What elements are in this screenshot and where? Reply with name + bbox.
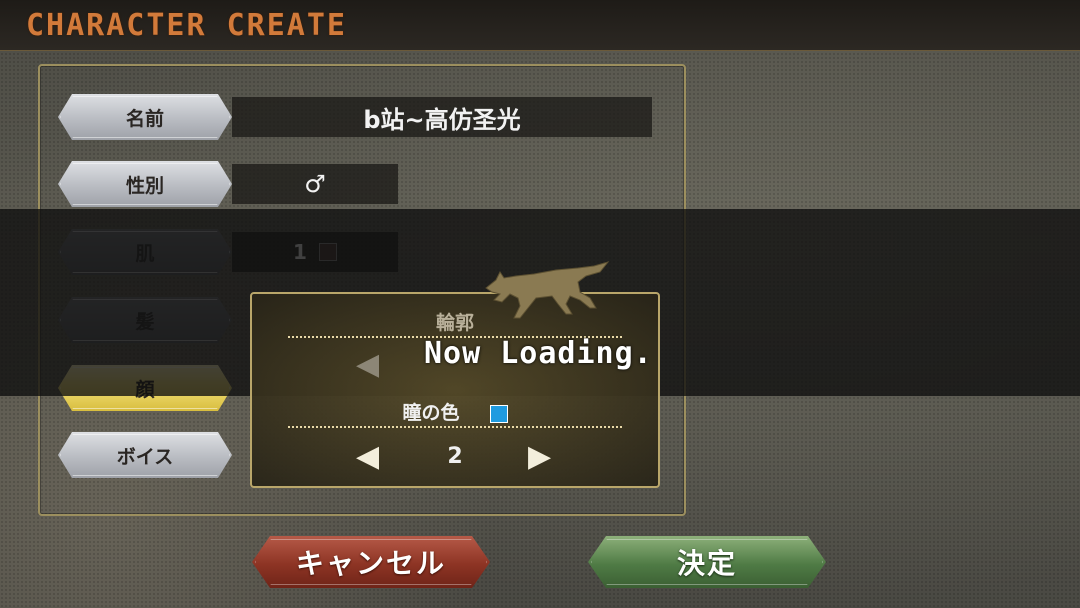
page-title: CHARACTER CREATE [26, 8, 347, 43]
confirm-label: 決定 [676, 547, 737, 580]
eye-color-label: 瞳の色 [402, 402, 460, 424]
face-options-popup: 輪郭 ◀ 瞳の色 ◀ 2 ▶ [250, 292, 660, 488]
name-label: 名前 [125, 107, 164, 130]
voice-label: ボイス [116, 445, 174, 468]
gender-value-field[interactable]: ♂ [232, 164, 398, 204]
eye-color-value: 2 [447, 444, 463, 469]
gender-label: 性別 [125, 174, 164, 197]
contour-prev-arrow-icon[interactable]: ◀ [356, 350, 379, 380]
male-symbol-icon: ♂ [304, 170, 326, 198]
name-value: b站~高仿圣光 [363, 105, 521, 134]
eye-color-next-arrow-icon[interactable]: ▶ [528, 442, 551, 472]
header-bar: CHARACTER CREATE [0, 0, 1080, 51]
cancel-label: キャンセル [295, 547, 446, 580]
eye-color-row: 瞳の色 [252, 398, 658, 425]
voice-label-button[interactable]: ボイス [58, 432, 232, 478]
eye-color-swatch [489, 404, 508, 423]
confirm-button[interactable]: 決定 [588, 536, 826, 588]
name-label-button[interactable]: 名前 [58, 94, 232, 140]
name-value-field[interactable]: b站~高仿圣光 [232, 97, 652, 137]
loading-text: Now Loading. [424, 336, 653, 371]
gender-label-button[interactable]: 性別 [58, 161, 232, 207]
divider [288, 426, 622, 428]
cancel-button[interactable]: キャンセル [252, 536, 490, 588]
wolf-loading-icon [485, 261, 610, 319]
